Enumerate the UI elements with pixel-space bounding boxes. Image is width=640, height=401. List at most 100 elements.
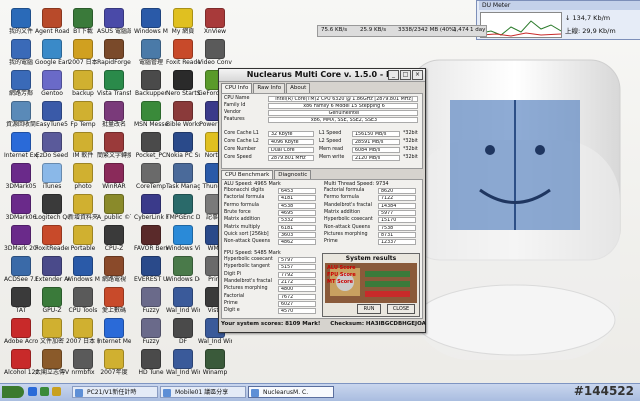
desktop-icon[interactable]: Wal_Ind Windows [166, 287, 200, 314]
run-button[interactable]: RUN [357, 304, 381, 314]
desktop-icon[interactable]: 3DMark05 [4, 163, 38, 190]
taskbar-item-3[interactable]: NuclearusM. C. [248, 386, 334, 398]
desktop-icon[interactable]: iTunes [35, 163, 69, 190]
desktop-icon[interactable]: Agent Road 2 Demo [35, 8, 69, 35]
desktop-icon[interactable]: CPU Tools [66, 287, 100, 314]
desktop-icon[interactable]: Foxit Reader [166, 39, 200, 66]
desktop-icon[interactable]: 資源回收筒 [4, 101, 38, 128]
desktop-icon[interactable]: Fp Temp [66, 101, 100, 128]
desktop-icon[interactable]: 批量改名 [97, 101, 131, 128]
desktop-icon[interactable]: photo [66, 163, 100, 190]
desktop-icon[interactable]: Backupper [134, 70, 168, 97]
desktop-icon[interactable]: Windows Media [134, 8, 168, 35]
desktop-icon[interactable]: nrmbfix [66, 349, 100, 376]
desktop-icon[interactable]: 3DMark 2001 SE [4, 225, 38, 252]
cache-value: Dual Core [268, 147, 314, 153]
desktop-icon[interactable]: FoxitReader [35, 225, 69, 252]
desktop-icon[interactable]: 2007 日本 [66, 39, 100, 66]
desktop-icon[interactable]: Video Converter [198, 39, 232, 66]
minimize-button[interactable]: _ [388, 70, 399, 80]
desktop-icon[interactable]: Google Earth [35, 39, 69, 66]
desktop-icon[interactable]: Extender Acqui [35, 256, 69, 283]
desktop-icon[interactable]: Windows Movie [66, 256, 100, 283]
desktop-icon[interactable]: DF [166, 318, 200, 345]
desktop-icon[interactable]: HD Tune [134, 349, 168, 376]
desktop-icon[interactable]: Fuzzy [134, 318, 168, 345]
desktop-icon[interactable]: 電腦管理 [134, 39, 168, 66]
desktop-icon[interactable]: 簡繁文字轉換 [97, 132, 131, 159]
desktop-icon[interactable]: CPU-Z [97, 225, 131, 252]
desktop-icon[interactable]: Vista Transformer [97, 70, 131, 97]
desktop-icon[interactable]: Gentoo [35, 70, 69, 97]
desktop-icon-label: Pocket_PC [135, 152, 167, 159]
desktop-icon[interactable]: EasyTune5 [35, 101, 69, 128]
desktop-icon[interactable]: 3DMark06 [4, 194, 38, 221]
desktop-icon[interactable]: FAVOR Bench 3.2 [134, 225, 168, 252]
desktop-icon[interactable]: My 網頁 [166, 8, 200, 35]
desktop-icon[interactable]: Windows Defender [166, 256, 200, 283]
desktop-icon[interactable]: Adobe Acrobat [4, 318, 38, 345]
desktop-icon[interactable]: RapidForge [97, 39, 131, 66]
desktop-icon[interactable]: CyberLink PowerDVD [134, 194, 168, 221]
desktop-icon-label: EzDo Seed [35, 152, 69, 159]
desktop-icon[interactable]: 愛上數碼 [97, 287, 131, 314]
desktop-icon[interactable]: 我的電腦 [4, 39, 38, 66]
close-window-button[interactable]: × [412, 70, 423, 80]
window-titlebar[interactable]: Nuclearus Multi Core v. 1.5.0 - b4 _ □ × [219, 69, 425, 82]
desktop-icon[interactable]: EVEREST Ultimate [134, 256, 168, 283]
ie-quicklaunch-icon[interactable] [28, 387, 37, 396]
desktop-icon[interactable]: EzDo Seed [35, 132, 69, 159]
desktop-icon-label: CyberLink PowerDVD [134, 214, 168, 221]
taskbar-item-1[interactable]: PC21/V1新任計時 [72, 386, 158, 398]
desktop-icon[interactable]: TMPGEnc DVD Author [166, 194, 200, 221]
desktop-icon[interactable]: 太閣立志傳V [35, 349, 69, 376]
desktop-icon[interactable]: IM 軟件 [66, 132, 100, 159]
desktop-icon[interactable]: 網路芳鄰 [4, 70, 38, 97]
desktop-icon[interactable]: 2007年度 [97, 349, 131, 376]
desktop-icon[interactable]: WinRAR [97, 163, 131, 190]
tab-cpu-info[interactable]: CPU Info [221, 83, 253, 93]
desktop-icon[interactable]: 新增資料夾 [66, 194, 100, 221]
desktop-icon[interactable]: Winamp [198, 349, 232, 376]
desktop-quicklaunch-icon[interactable] [40, 387, 49, 396]
folder-quicklaunch-icon[interactable] [52, 387, 61, 396]
desktop-icon[interactable]: ASUS 電腦設定 [97, 8, 131, 35]
desktop-icon[interactable]: Task Manager [166, 163, 200, 190]
du-meter-title: DU Meter [479, 1, 640, 10]
desktop-icon[interactable]: Nokia PC Suite [166, 132, 200, 159]
maximize-button[interactable]: □ [400, 70, 411, 80]
desktop-icon[interactable]: MSN Messenger [134, 101, 168, 128]
desktop-icon[interactable]: Logitech QuickCam [35, 194, 69, 221]
desktop-icon[interactable]: Internet Explorer [4, 132, 38, 159]
desktop-icon[interactable]: Nero StartSmart [166, 70, 200, 97]
desktop-icon[interactable]: BT下載 [66, 8, 100, 35]
desktop-icon[interactable]: Windows Vista Upg [166, 225, 200, 252]
desktop-icon[interactable]: 2007 日本 行程 [66, 318, 100, 345]
desktop-icon[interactable]: 我的文件 [4, 8, 38, 35]
app-icon [73, 256, 93, 276]
system-monitor-bar[interactable]: 75.6 KB/s 25.9 KB/s 3338/2342 MB (40%) 1… [317, 25, 487, 37]
desktop-icon[interactable]: GPU-Z [35, 287, 69, 314]
desktop-icon[interactable]: Wal_Ind Windows [166, 349, 200, 376]
desktop-icon[interactable]: Pocket_PC [134, 132, 168, 159]
desktop-icon[interactable]: Bible Works [166, 101, 200, 128]
desktop-icon[interactable]: 文件加密 [35, 318, 69, 345]
du-meter-widget[interactable]: DU Meter ↓ 134,7 Kb/m 上線: 29,9 Kb/m [476, 0, 640, 40]
desktop-icon[interactable]: XnView [198, 8, 232, 35]
desktop-icon[interactable]: TAT [4, 287, 38, 314]
desktop-icon[interactable]: backup [66, 70, 100, 97]
system-results-title: System results [345, 255, 397, 262]
desktop-icon[interactable]: A_public ©Thumb [97, 194, 131, 221]
close-button[interactable]: CLOSE [387, 304, 415, 314]
desktop-icon[interactable]: Internet Media [97, 318, 131, 345]
tab-raw-info[interactable]: Raw Info [253, 83, 286, 93]
desktop-icon[interactable]: Fuzzy [134, 287, 168, 314]
desktop-icon[interactable]: 網路電視 [97, 256, 131, 283]
taskbar-item-2[interactable]: Mobile01 議區分享 [160, 386, 246, 398]
desktop-icon[interactable]: ACDSee 7.0 [4, 256, 38, 283]
desktop-icon[interactable]: Alcohol 120% [4, 349, 38, 376]
tab-about[interactable]: About [286, 83, 311, 93]
desktop-icon[interactable]: CoreTemp [134, 163, 168, 190]
desktop-icon[interactable]: Portable [66, 225, 100, 252]
start-button[interactable] [2, 386, 24, 398]
